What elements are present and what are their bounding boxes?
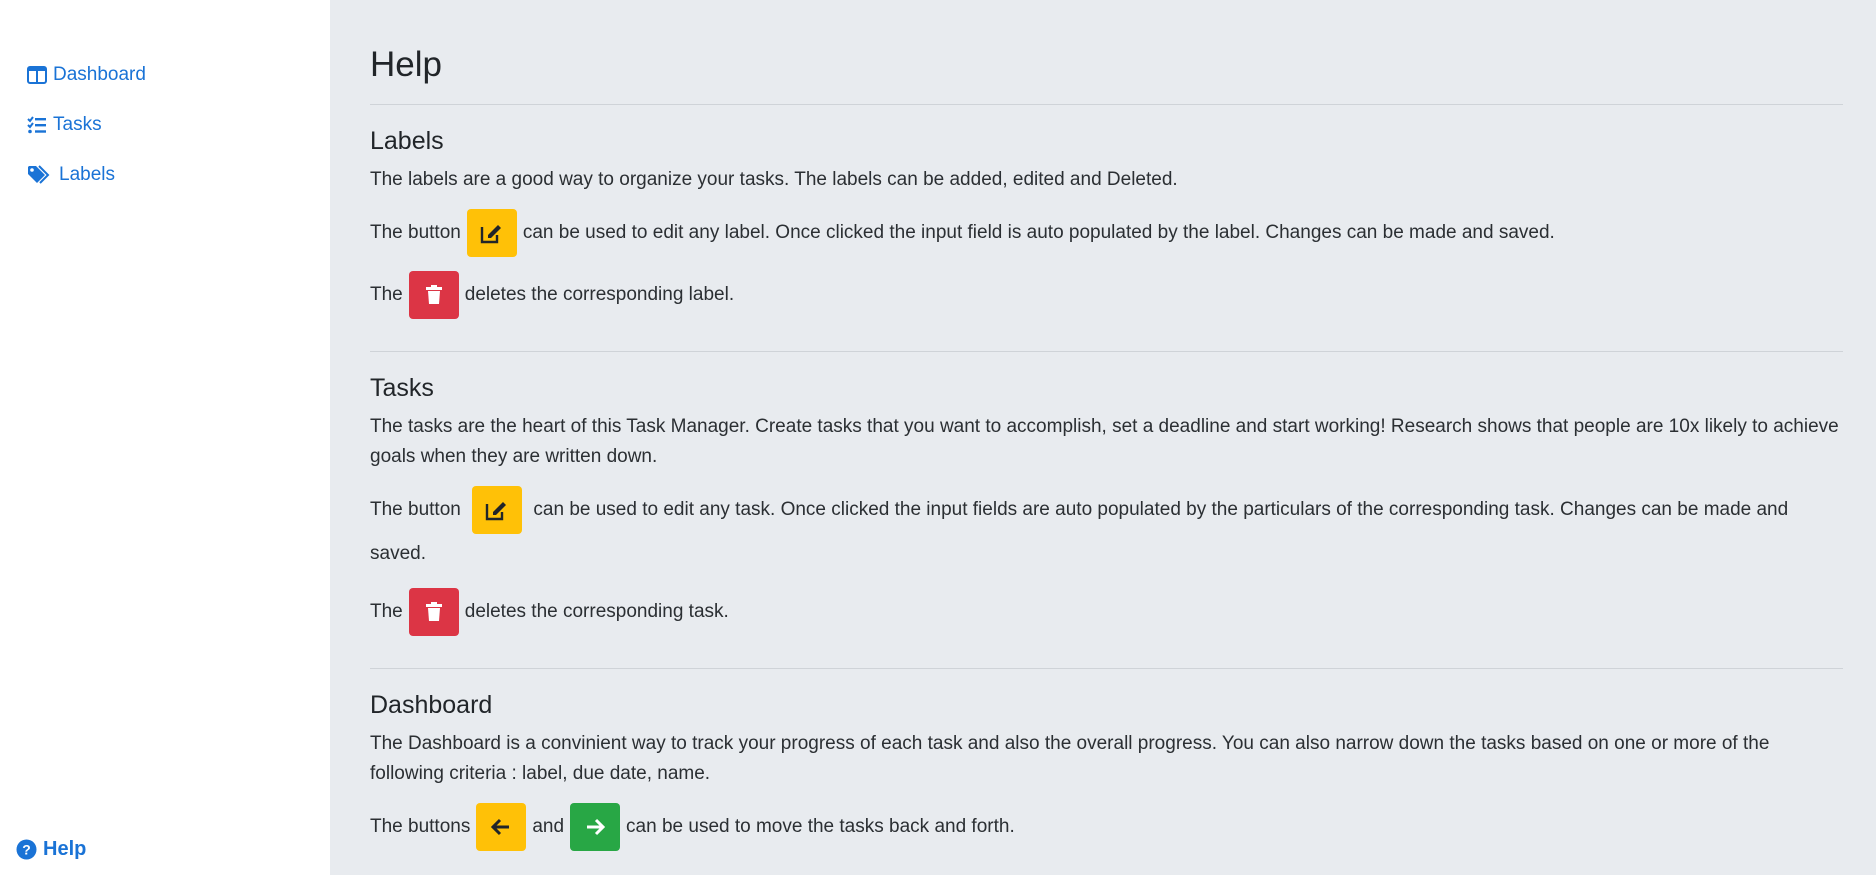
labels-delete-suffix: deletes the corresponding label. — [464, 284, 735, 305]
delete-button[interactable] — [408, 588, 459, 636]
labels-delete-help: The deletes the corresponding label. — [370, 271, 1843, 319]
labels-edit-help: The button can be used to edit any label… — [370, 209, 1843, 257]
labels-edit-suffix: can be used to edit any label. Once clic… — [522, 222, 1555, 243]
tags-icon — [26, 164, 54, 186]
sidebar-item-tasks[interactable]: Tasks — [26, 112, 146, 138]
help-link[interactable]: ? Help — [16, 838, 86, 861]
labels-edit-prefix: The button — [370, 222, 461, 243]
sidebar-item-label: Labels — [59, 164, 115, 185]
dashboard-heading: Dashboard — [370, 691, 493, 719]
sidebar-item-label: Tasks — [53, 114, 102, 135]
labels-section: Labels The labels are a good way to orga… — [370, 125, 1843, 352]
dashboard-move-help: The buttons and can be used to move the … — [370, 803, 1843, 851]
tasks-heading: Tasks — [370, 374, 434, 402]
labels-delete-prefix: The — [370, 284, 403, 305]
columns-icon — [26, 64, 48, 86]
arrow-left-icon — [491, 818, 510, 836]
tasks-edit-prefix: The button — [370, 499, 461, 521]
labels-intro: The labels are a good way to organize yo… — [370, 169, 1178, 190]
trash-icon — [425, 285, 442, 304]
tasks-edit-help: The button can be used to edit any task.… — [370, 486, 1843, 574]
dashboard-move-middle: and — [532, 816, 565, 837]
sidebar-item-dashboard[interactable]: Dashboard — [26, 62, 146, 88]
sidebar-nav: Dashboard Tasks Labels — [26, 62, 146, 212]
tasks-intro: The tasks are the heart of this Task Man… — [370, 416, 1839, 467]
sidebar-item-labels[interactable]: Labels — [26, 162, 146, 188]
arrow-right-icon — [587, 818, 606, 836]
sidebar: Dashboard Tasks Labels ? Help — [0, 0, 330, 875]
edit-icon — [480, 225, 501, 244]
page-title: Help — [370, 44, 1843, 105]
move-back-button[interactable] — [476, 803, 527, 851]
question-circle-icon: ? — [16, 839, 37, 860]
tasks-section: Tasks The tasks are the heart of this Ta… — [370, 372, 1843, 669]
edit-button[interactable] — [472, 486, 523, 534]
svg-text:?: ? — [22, 842, 31, 858]
dashboard-intro: The Dashboard is a convinient way to tra… — [370, 733, 1770, 784]
dashboard-move-prefix: The buttons — [370, 816, 471, 837]
sidebar-item-label: Dashboard — [53, 64, 146, 85]
app-layout: Dashboard Tasks Labels ? Help Help Label… — [0, 0, 1876, 875]
edit-icon — [485, 502, 507, 521]
tasks-delete-suffix: deletes the corresponding task. — [464, 601, 729, 622]
tasks-edit-suffix: can be used to edit any task. Once click… — [370, 499, 1789, 564]
help-link-label: Help — [43, 838, 87, 860]
tasks-icon — [26, 114, 48, 136]
dashboard-move-suffix: can be used to move the tasks back and f… — [626, 816, 1015, 837]
labels-heading: Labels — [370, 127, 444, 155]
tasks-delete-prefix: The — [370, 601, 403, 622]
move-forward-button[interactable] — [570, 803, 621, 851]
delete-button[interactable] — [408, 271, 459, 319]
tasks-delete-help: The deletes the corresponding task. — [370, 588, 1843, 636]
dashboard-section: Dashboard The Dashboard is a convinient … — [370, 689, 1843, 875]
edit-button[interactable] — [466, 209, 517, 257]
main-content: Help Labels The labels are a good way to… — [330, 0, 1876, 875]
trash-icon — [425, 602, 442, 621]
